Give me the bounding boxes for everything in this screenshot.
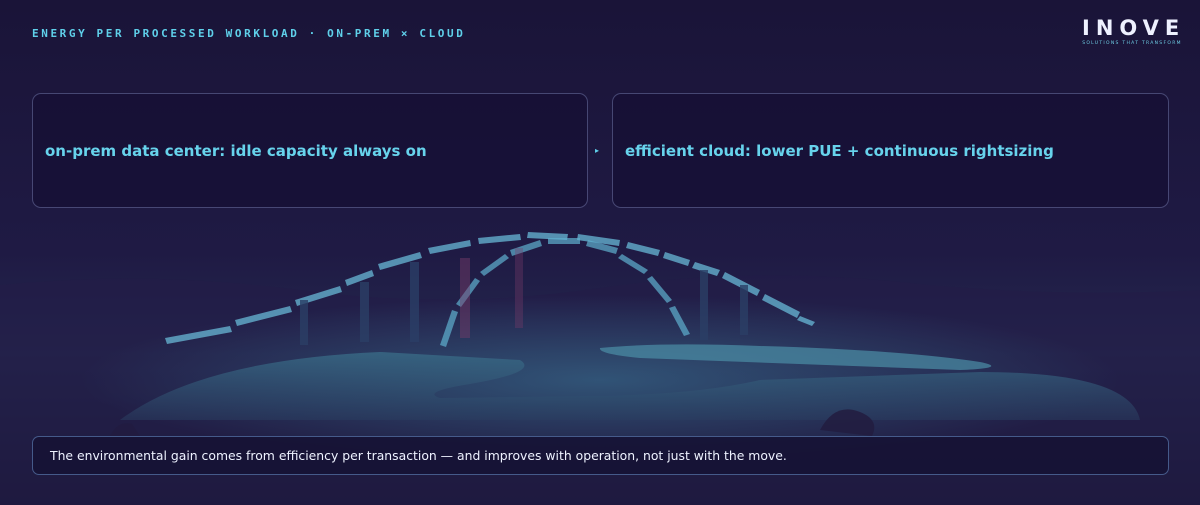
footer-note-box: The environmental gain comes from effici… xyxy=(32,436,1169,475)
on-prem-label: on-prem data center: idle capacity alway… xyxy=(45,141,427,160)
logo-tagline: SOLUTIONS THAT TRANSFORM xyxy=(1082,41,1182,46)
arrow-right-icon: ▸ xyxy=(595,146,600,155)
bridge-background-image xyxy=(0,0,1200,505)
on-prem-card: on-prem data center: idle capacity alway… xyxy=(32,93,588,208)
footer-note: The environmental gain comes from effici… xyxy=(50,448,787,463)
page-eyebrow-title: ENERGY PER PROCESSED WORKLOAD · ON-PREM … xyxy=(32,27,466,40)
cloud-card: efficient cloud: lower PUE + continuous … xyxy=(612,93,1169,208)
logo-wordmark: INOVE xyxy=(1082,16,1186,40)
cloud-label: efficient cloud: lower PUE + continuous … xyxy=(625,141,1054,160)
brand-logo: INOVE SOLUTIONS THAT TRANSFORM xyxy=(1082,16,1182,46)
